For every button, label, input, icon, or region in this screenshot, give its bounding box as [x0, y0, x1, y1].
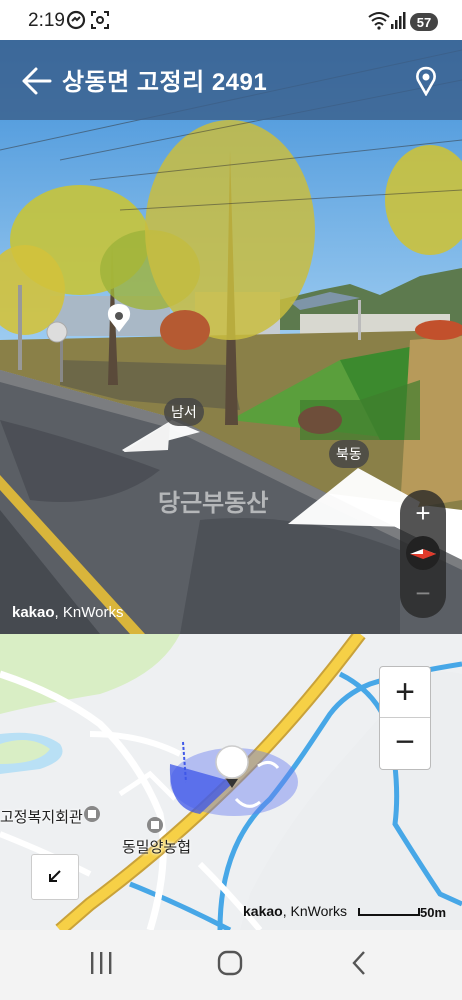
map-credit: kakao, KnWorks: [243, 903, 347, 919]
map-poi-welfare-center[interactable]: 고정복지회관: [0, 806, 83, 827]
street-view-zoom-in-button[interactable]: +: [400, 496, 446, 530]
battery-indicator: 57: [410, 13, 438, 31]
map-zoom-out-button[interactable]: −: [380, 718, 430, 768]
map-credit-owner: , KnWorks: [282, 903, 348, 919]
street-view-panorama[interactable]: 남서 북동: [0, 40, 462, 634]
map-credit-brand: kakao: [243, 903, 283, 919]
recent-apps-icon[interactable]: [88, 948, 114, 978]
back-nav-icon[interactable]: [346, 948, 372, 978]
street-view-zoom-out-button[interactable]: −: [400, 576, 446, 610]
direction-label-southwest[interactable]: 남서: [164, 398, 204, 426]
map-collapse-button[interactable]: [31, 854, 79, 900]
collapse-arrow-icon: [49, 870, 61, 882]
map-scale-label: 50m: [420, 905, 447, 920]
wifi-icon: [368, 12, 390, 30]
watermark: 당근부동산: [158, 490, 269, 517]
screenshot-icon: [91, 11, 109, 29]
system-navigation-bar: [0, 930, 462, 1000]
app-header: 상동면 고정리 2491: [0, 40, 462, 120]
status-bar: 2:19 57: [0, 0, 462, 40]
map-scale-bar: [358, 908, 420, 916]
compass-button[interactable]: [406, 536, 440, 570]
compass-icon: [410, 549, 436, 559]
back-arrow-icon[interactable]: [20, 66, 52, 96]
direction-label-northeast[interactable]: 북동: [329, 440, 369, 468]
home-icon[interactable]: [216, 948, 246, 978]
credit-owner: , KnWorks: [54, 604, 124, 621]
street-view-zoom-control: + −: [400, 490, 446, 618]
location-pin-icon[interactable]: [413, 66, 439, 96]
credit-brand: kakao: [12, 604, 55, 621]
status-time: 2:19: [28, 10, 65, 31]
street-view-image: [0, 40, 462, 634]
signal-icon: [391, 12, 406, 29]
street-view-credit: kakao, KnWorks: [12, 604, 123, 621]
messenger-icon: [66, 10, 86, 30]
map-zoom-in-button[interactable]: +: [380, 667, 430, 718]
page-title: 상동면 고정리 2491: [62, 69, 268, 96]
map-poi-nonghyup[interactable]: 동밀양농협: [122, 836, 191, 857]
map-zoom-control: + −: [379, 666, 431, 770]
